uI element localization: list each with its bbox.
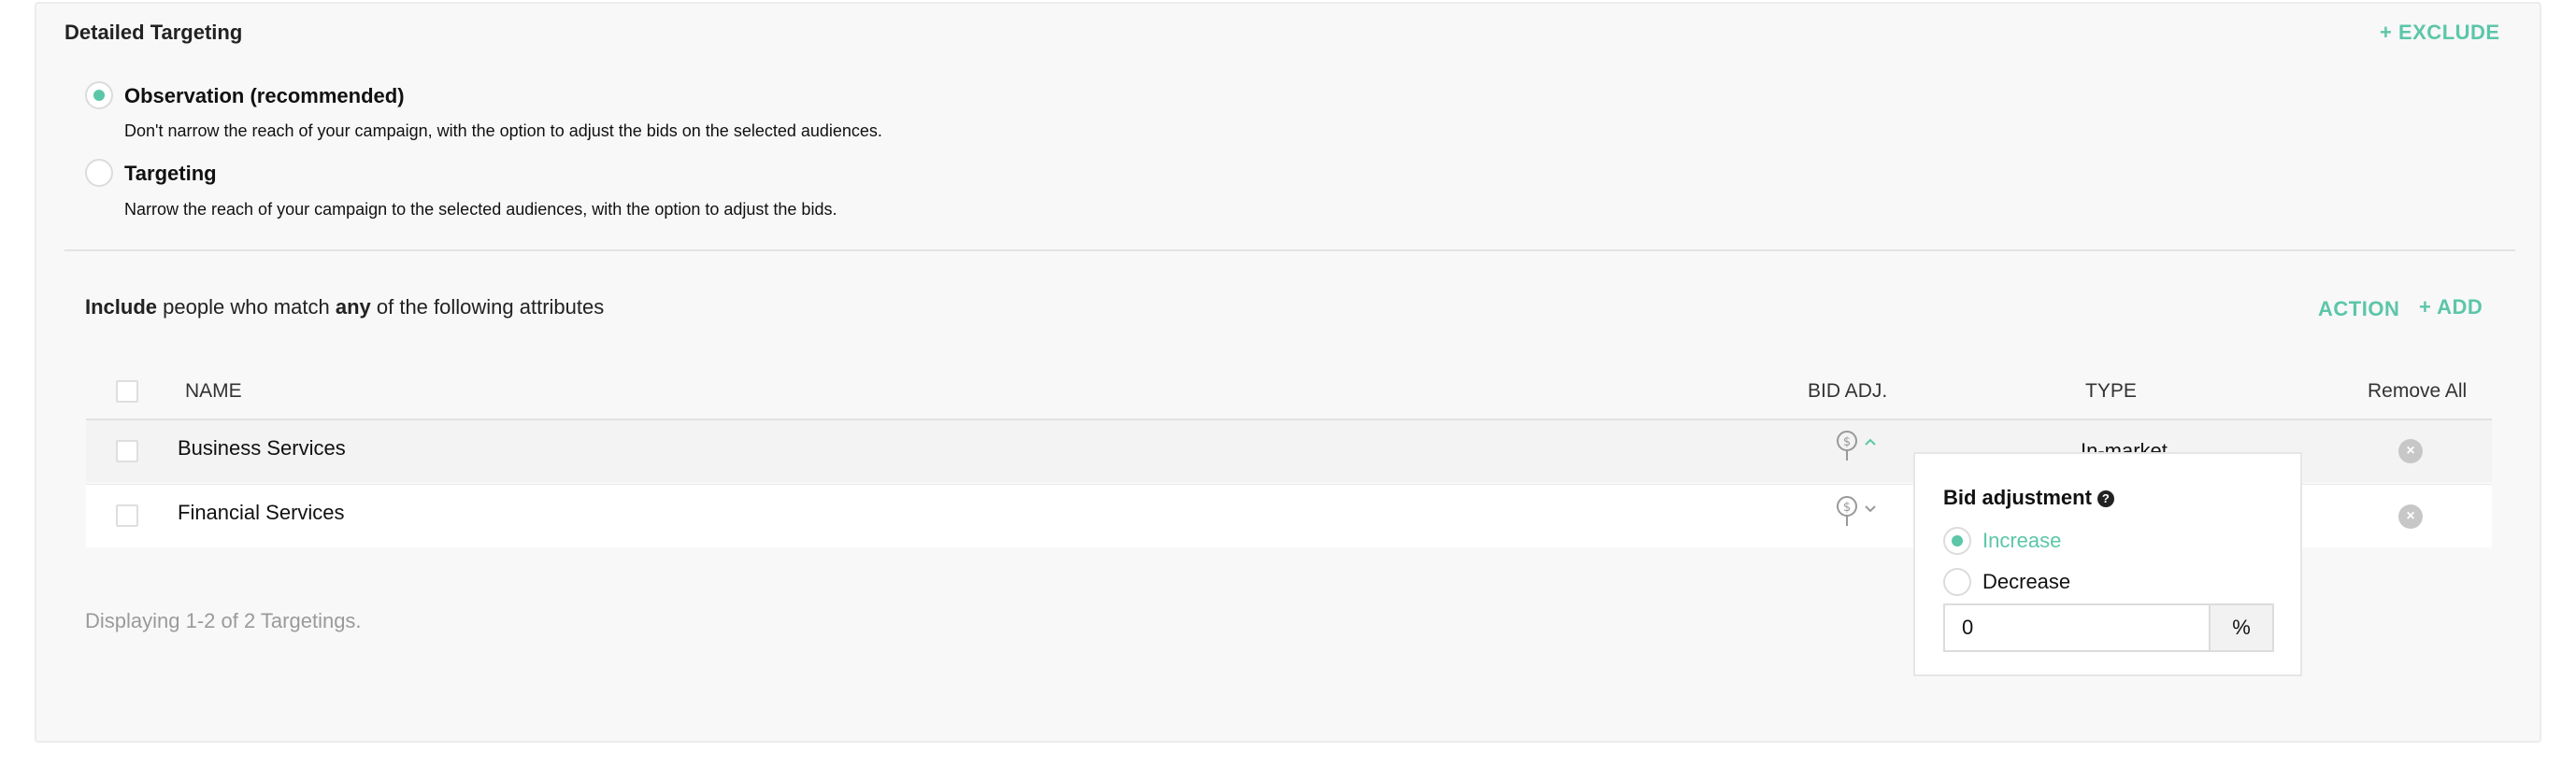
remove-row-icon[interactable]: × [2398, 439, 2423, 463]
row-name: Business Services [178, 436, 346, 460]
targeting-radio[interactable] [85, 159, 113, 187]
exclude-button[interactable]: + EXCLUDE [2380, 21, 2500, 45]
targeting-description: Narrow the reach of your campaign to the… [124, 200, 837, 219]
include-text-end: of the following attributes [376, 295, 605, 319]
section-title: Detailed Targeting [64, 21, 243, 44]
question-circle-icon[interactable]: ? [2097, 490, 2114, 507]
select-all-checkbox[interactable] [116, 380, 138, 403]
bid-adjustment-title: Bid adjustment? [1943, 486, 2114, 510]
page-root: Detailed Targeting + EXCLUDE Observation… [0, 0, 2576, 766]
include-word: Include [85, 295, 158, 319]
type-column-header: TYPE [2085, 380, 2137, 402]
bid-adjustment-input[interactable] [1943, 603, 2211, 652]
pagination-summary: Displaying 1-2 of 2 Targetings. [85, 609, 362, 632]
targeting-label: Targeting [124, 162, 217, 185]
include-text-middle: people who match [163, 295, 330, 319]
bid-adjustment-title-text: Bid adjustment [1943, 486, 2092, 509]
observation-radio[interactable] [85, 81, 113, 109]
svg-text:$: $ [1843, 435, 1851, 449]
add-button[interactable]: + ADD [2419, 295, 2483, 319]
bid-adjustment-popover: Bid adjustment? Increase Decrease % [1913, 452, 2302, 676]
include-statement: Include people who match any of the foll… [85, 295, 604, 319]
action-button[interactable]: ACTION [2318, 297, 2399, 321]
percent-suffix: % [2209, 603, 2274, 652]
row-checkbox[interactable] [116, 504, 138, 527]
observation-label: Observation (recommended) [124, 84, 405, 107]
chevron-up-icon[interactable] [1864, 433, 1877, 453]
observation-description: Don't narrow the reach of your campaign,… [124, 121, 882, 140]
bid-adj-column-header: BID ADJ. [1808, 380, 1888, 402]
remove-all-button[interactable]: Remove All [2368, 380, 2467, 403]
chevron-down-icon[interactable] [1864, 501, 1877, 520]
decrease-label: Decrease [1982, 570, 2071, 593]
section-divider [64, 249, 2515, 251]
decrease-radio[interactable] [1943, 568, 1971, 596]
increase-radio[interactable] [1943, 527, 1971, 555]
name-column-header[interactable]: NAME [185, 380, 242, 403]
increase-label: Increase [1982, 529, 2062, 552]
row-name: Financial Services [178, 501, 345, 524]
dollar-pin-icon[interactable]: $ [1836, 430, 1858, 461]
remove-row-icon[interactable]: × [2398, 504, 2423, 529]
any-word: any [335, 295, 371, 319]
row-checkbox[interactable] [116, 440, 138, 462]
svg-text:$: $ [1843, 501, 1851, 515]
dollar-pin-icon[interactable]: $ [1836, 495, 1858, 527]
